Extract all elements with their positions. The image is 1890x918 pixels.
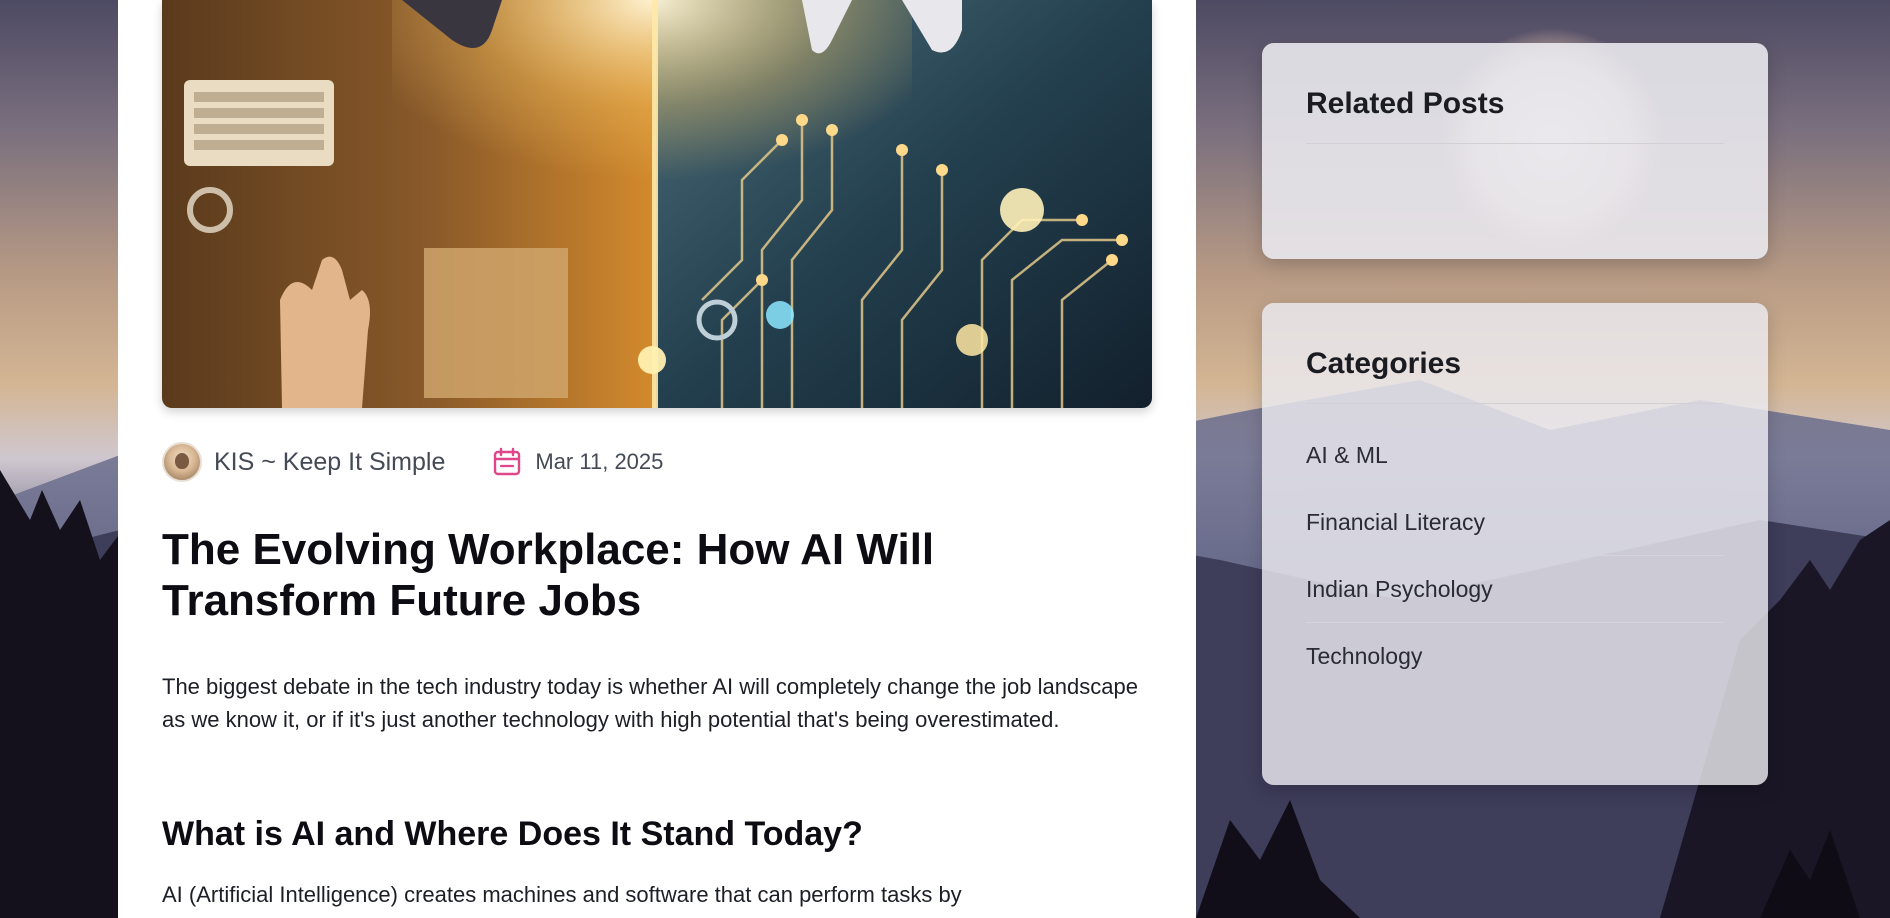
author-avatar[interactable] (162, 442, 202, 482)
category-link[interactable]: Technology (1306, 623, 1724, 690)
section-text: AI (Artificial Intelligence) creates mac… (162, 882, 962, 907)
category-link[interactable]: AI & ML (1306, 422, 1724, 489)
article-title: The Evolving Workplace: How AI Will Tran… (162, 525, 935, 625)
categories-list: AI & ML Financial Literacy Indian Psycho… (1306, 422, 1724, 690)
categories-card: Categories AI & ML Financial Literacy In… (1262, 303, 1768, 785)
post-date: Mar 11, 2025 (535, 449, 664, 474)
category-link[interactable]: Indian Psychology (1306, 556, 1724, 623)
article-card: KIS ~ Keep It Simple Mar 11, 2025 The Ev… (118, 0, 1196, 918)
calendar-icon (494, 447, 521, 476)
article-intro: The biggest debate in the tech industry … (162, 674, 1138, 732)
section-heading: What is AI and Where Does It Stand Today… (162, 815, 863, 853)
post-meta: KIS ~ Keep It Simple Mar 11, 2025 (162, 440, 663, 484)
categories-title: Categories (1306, 303, 1724, 404)
category-link[interactable]: Financial Literacy (1306, 489, 1724, 556)
related-posts-card: Related Posts (1262, 43, 1768, 259)
author-name[interactable]: KIS ~ Keep It Simple (214, 448, 445, 477)
related-posts-title: Related Posts (1306, 43, 1724, 144)
hero-image (162, 0, 1152, 408)
